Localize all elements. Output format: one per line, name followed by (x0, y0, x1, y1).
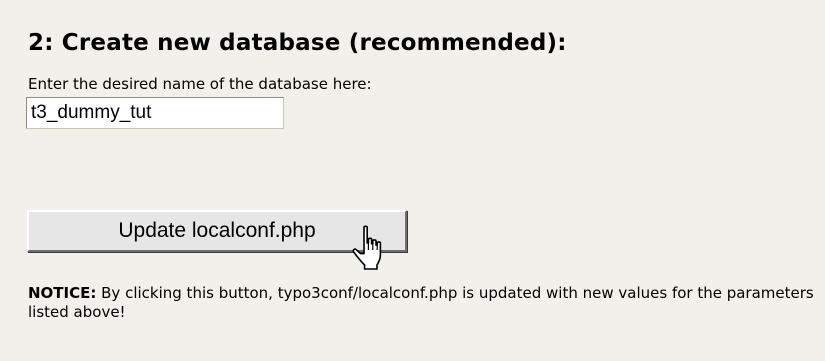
create-database-panel: 2: Create new database (recommended): En… (0, 0, 825, 361)
update-localconf-button[interactable]: Update localconf.php (27, 210, 407, 252)
database-name-input[interactable] (26, 97, 284, 129)
notice-text: NOTICE: By clicking this button, typo3co… (28, 284, 818, 322)
notice-message: By clicking this button, typo3conf/local… (28, 284, 814, 321)
database-name-label: Enter the desired name of the database h… (28, 75, 372, 93)
hand-pointer-icon (352, 225, 382, 270)
section-heading: 2: Create new database (recommended): (28, 30, 567, 56)
notice-label: NOTICE: (28, 284, 97, 302)
